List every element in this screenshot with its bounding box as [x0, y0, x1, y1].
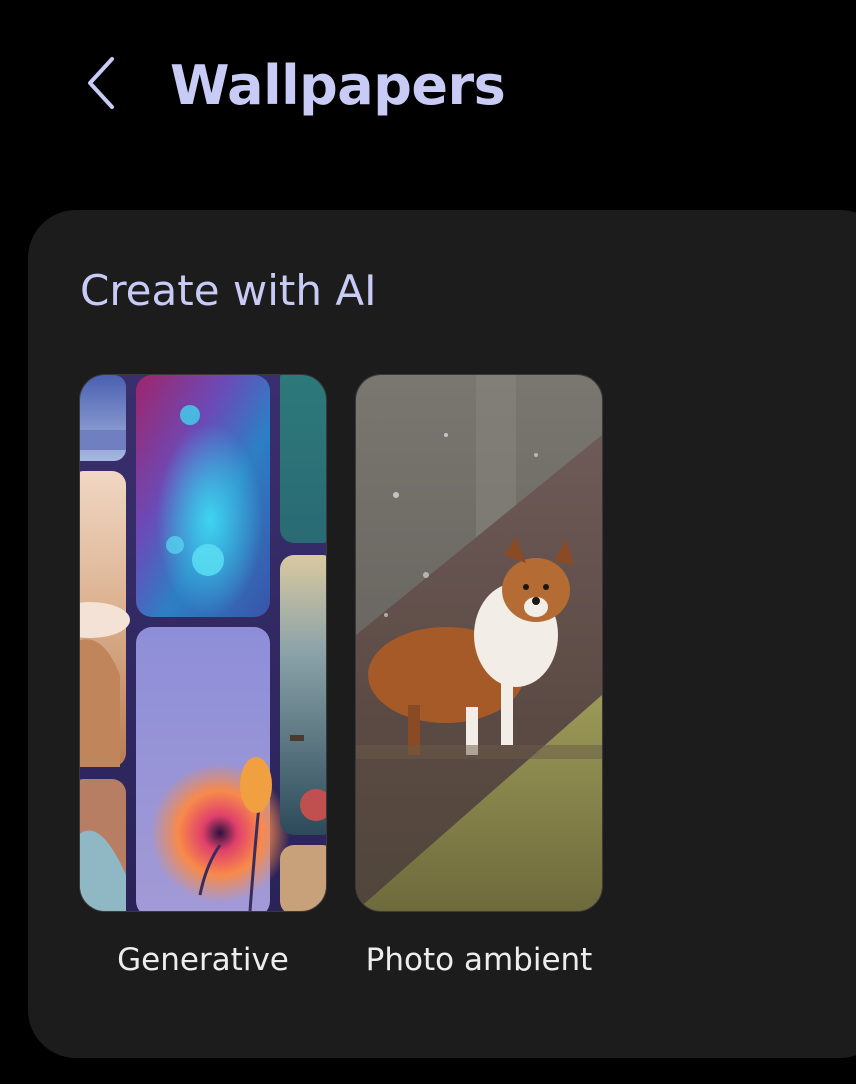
create-with-ai-card: Create with AI Generative Photo ambient: [28, 210, 856, 1058]
generative-thumbnail[interactable]: [79, 374, 327, 912]
photo-ambient-label: Photo ambient: [365, 942, 593, 978]
back-button[interactable]: [70, 48, 134, 118]
generative-collage-image: [80, 375, 326, 911]
sheltie-dog-photo-image: [356, 375, 602, 911]
wallpapers-screen: Wallpapers Create with AI Generative Pho…: [0, 0, 856, 1084]
page-title: Wallpapers: [170, 54, 506, 117]
section-title: Create with AI: [80, 266, 377, 315]
photo-ambient-option[interactable]: Photo ambient: [355, 374, 603, 978]
photo-ambient-thumbnail[interactable]: [355, 374, 603, 912]
generative-option[interactable]: Generative: [79, 374, 327, 978]
chevron-left-icon: [88, 57, 114, 109]
app-bar: Wallpapers: [0, 0, 856, 170]
